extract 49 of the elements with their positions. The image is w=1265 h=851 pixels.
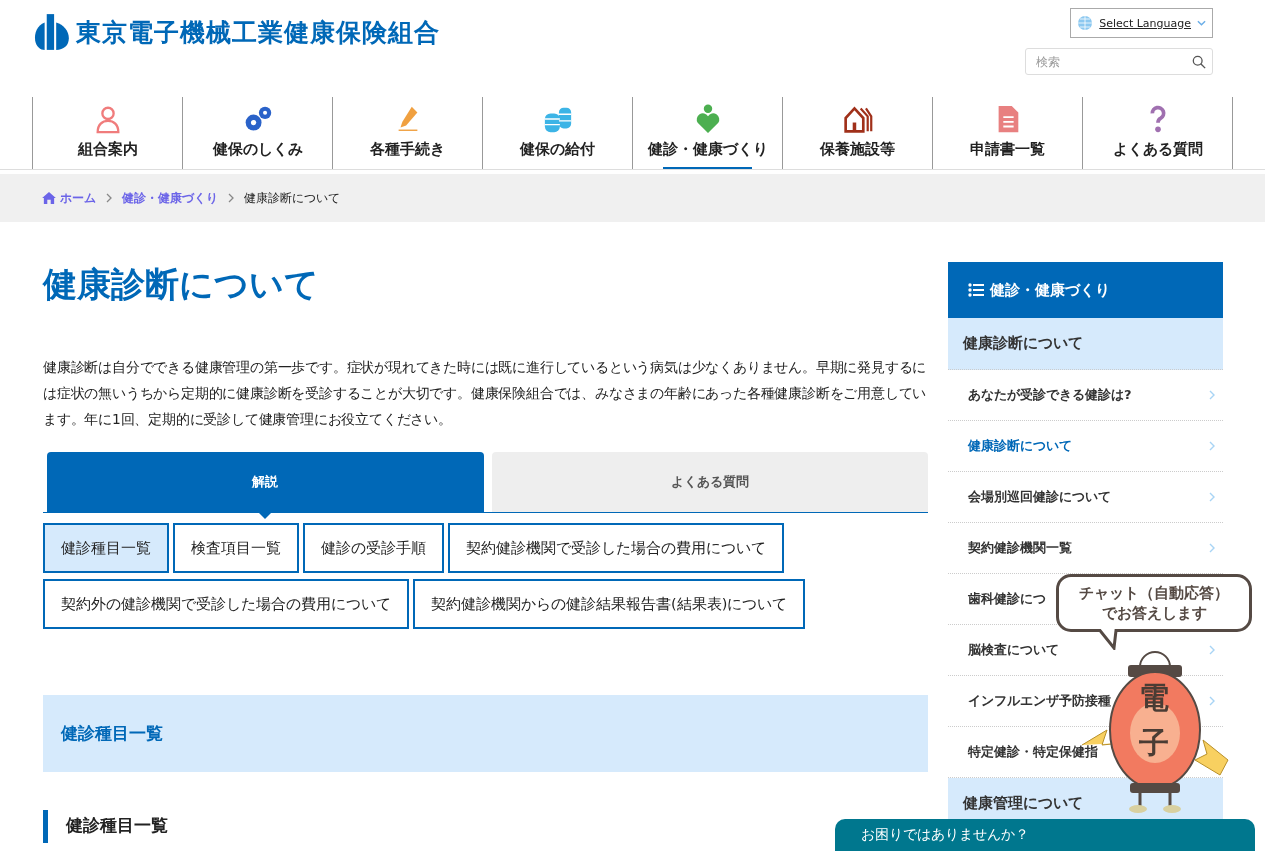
breadcrumb-current: 健康診断について (244, 189, 340, 207)
intro-text: 健康診断は自分でできる健康管理の第一歩です。症状が現れてきた時には既に進行しているという病気は少なくありません。早期に発見するには症状の無いうちから定期的に健康診断を受診することが大切です。健康保険組合では、みなさまの年齢にあった各種健康診断をご用意しています。年に1回、定期的に受診して健康管理にお役立てください。 (43, 358, 928, 429)
chevron-icon (1197, 20, 1206, 26)
chat-tooltip[interactable] (1056, 574, 1252, 650)
home-icon (42, 192, 56, 204)
nav-item[interactable]: 健診・健康づくり (632, 97, 782, 169)
sidebar-link[interactable]: 健康診断について (968, 437, 1072, 455)
nav-item[interactable]: 申請書一覧 (932, 97, 1082, 169)
section-title: 健診種目一覧 (61, 722, 163, 745)
nav-item[interactable]: 各種手続き (332, 97, 482, 169)
subnav-button[interactable]: 契約外の健診機関で受診した場合の費用について (43, 579, 409, 629)
site-title[interactable]: 東京電子機械工業健康保険組合 (76, 15, 440, 49)
language-select[interactable]: Select Language (1070, 8, 1213, 38)
chat-bar[interactable]: お困りではありませんか？ (835, 819, 1255, 851)
sidebar-link[interactable]: あなたが受診できる健診は? (968, 386, 1132, 404)
tab[interactable]: よくある質問 (491, 452, 928, 512)
list-icon (968, 283, 984, 297)
nav-item[interactable]: 健保の給付 (482, 97, 632, 169)
nav-item[interactable]: 組合案内 (32, 97, 182, 169)
sidebar-link[interactable]: 特定健診・特定保健指 (968, 743, 1098, 761)
subnav-button[interactable]: 健診種目一覧 (43, 523, 169, 573)
chevron-icon (228, 193, 234, 203)
globe-icon (1077, 15, 1094, 31)
chevron-icon (106, 193, 112, 203)
breadcrumb-link[interactable]: 健診・健康づくり (122, 189, 218, 207)
lantern-text: 電 子 (1139, 679, 1169, 762)
subnav-button[interactable]: 契約健診機関で受診した場合の費用について (448, 523, 784, 573)
sidebar-link[interactable]: 会場別巡回健診について (968, 488, 1111, 506)
home-link[interactable]: ホーム (42, 189, 96, 207)
logo-icon (34, 12, 70, 52)
subnav-button[interactable]: 健診の受診手順 (303, 523, 444, 573)
subnav-button[interactable]: 検査項目一覧 (173, 523, 299, 573)
nav-item[interactable]: よくある質問 (1082, 97, 1233, 169)
house-icon (842, 104, 873, 134)
search-icon[interactable] (1192, 55, 1206, 69)
sidebar-link[interactable]: 脳検査について (968, 641, 1059, 659)
sidebar-link[interactable]: 歯科健診につ (968, 590, 1046, 608)
sidebar-link[interactable]: 契約健診機関一覧 (968, 539, 1072, 557)
page-title: 健康診断について (43, 263, 320, 306)
sidebar-category[interactable]: 健康診断について (948, 318, 1223, 370)
tab[interactable]: 解説 (47, 452, 484, 512)
subnav-button[interactable]: 契約健診機関からの健診結果報告書(結果表)について (413, 579, 806, 629)
nav-item[interactable]: 健保のしくみ (182, 97, 332, 169)
sidebar-link[interactable]: インフルエンザ予防接種 (968, 692, 1111, 710)
bubble-text: でお答えします (1101, 603, 1207, 623)
sidebar-title: 健診・健康づくり (990, 280, 1110, 300)
nav-item[interactable]: 保養施設等 (782, 97, 932, 169)
search-field[interactable]: 検索 (1025, 48, 1213, 75)
bubble-text: チャット（自動応答） (1079, 583, 1229, 603)
